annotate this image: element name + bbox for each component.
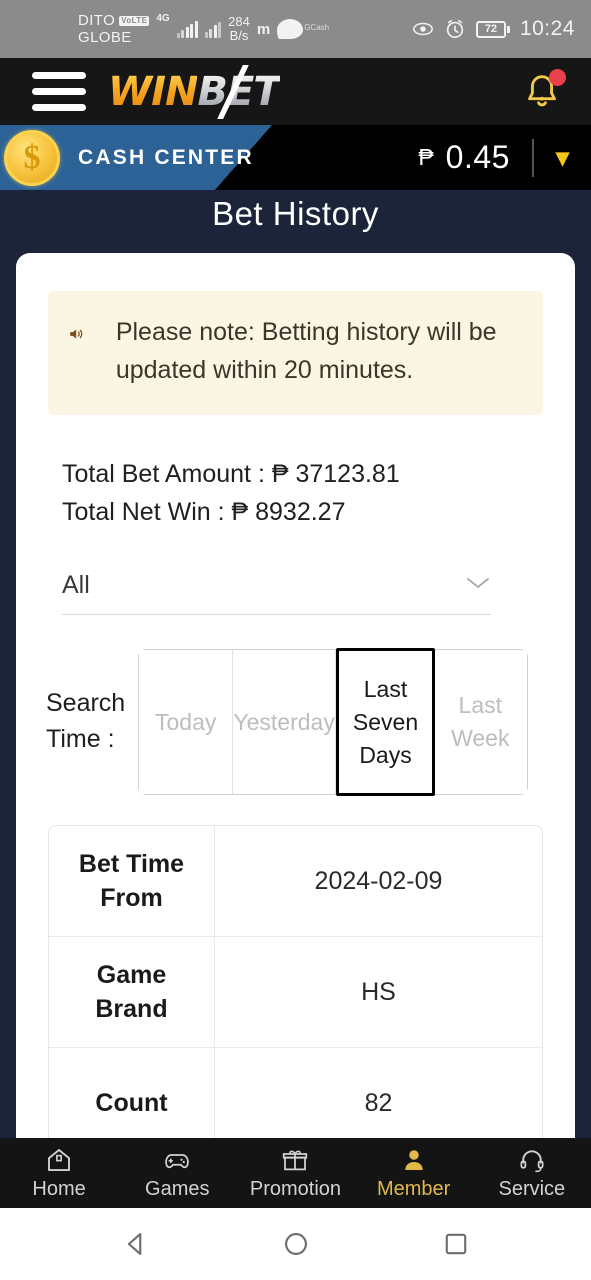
table-row-header: Bet Time From — [49, 826, 215, 936]
table-row: Game Brand HS — [49, 937, 542, 1048]
android-status-bar: DITO VoLTE GLOBE 4G 284 B/s m GCash 72 1… — [0, 0, 591, 58]
table-row: Bet Time From 2024-02-09 — [49, 826, 542, 937]
game-type-select[interactable]: All — [62, 571, 491, 615]
page-title: Bet History — [212, 195, 379, 232]
headset-icon — [520, 1150, 544, 1173]
signal-bars-icon-1 — [176, 20, 198, 38]
winbet-logo[interactable]: WIN BET — [108, 68, 281, 115]
cash-center-bar: $ CASH CENTER ₱ 0.45 ▾ — [0, 125, 591, 190]
speaker-announcement-icon — [70, 329, 83, 339]
search-time-option-last-week[interactable]: Last Week — [433, 650, 527, 794]
status-bar-clock: 10:24 — [519, 17, 575, 40]
volte-badge: VoLTE — [119, 15, 150, 26]
data-rate: 284 B/s — [228, 15, 250, 43]
gcash-label: GCash — [304, 23, 330, 32]
chevron-down-icon — [465, 575, 491, 597]
home-circle-icon[interactable] — [279, 1227, 313, 1261]
network-type-label: 4G — [156, 13, 170, 24]
nav-item-promotion[interactable]: Promotion — [240, 1145, 350, 1201]
table-row-value: 2024-02-09 — [314, 866, 443, 895]
coin-icon: $ — [4, 130, 60, 186]
data-rate-value: 284 — [228, 14, 250, 29]
home-icon — [48, 1149, 71, 1171]
cash-center-label[interactable]: CASH CENTER — [78, 146, 254, 170]
nav-item-member[interactable]: Member — [359, 1145, 469, 1201]
battery-percent: 72 — [484, 23, 498, 35]
nav-item-home[interactable]: Home — [4, 1145, 114, 1201]
carrier-names: DITO VoLTE GLOBE — [78, 12, 150, 46]
bottom-navigation-bar: Home Games Promotion Member Service — [0, 1138, 591, 1208]
eye-icon — [412, 22, 433, 36]
hamburger-menu-icon[interactable] — [32, 72, 86, 111]
gcash-notification-icon: GCash — [277, 19, 329, 39]
recents-square-icon[interactable] — [439, 1227, 473, 1261]
carrier-secondary-label: GLOBE — [78, 29, 132, 46]
app-header: WIN BET — [0, 58, 591, 125]
gamepad-icon — [165, 1154, 190, 1169]
nav-item-games[interactable]: Games — [122, 1145, 232, 1201]
game-type-selected-value: All — [62, 571, 90, 599]
signal-bars-icon-2 — [204, 20, 222, 38]
carrier-primary-label: DITO — [78, 12, 116, 29]
balance-divider — [531, 138, 534, 177]
battery-icon: 72 — [475, 20, 510, 38]
search-time-option-last-seven-days[interactable]: Last Seven Days — [335, 648, 436, 796]
data-rate-unit: B/s — [229, 28, 249, 43]
currency-symbol: ₱ — [418, 144, 434, 170]
notice-banner: Please note: Betting history will be upd… — [48, 291, 543, 415]
nav-label-games: Games — [145, 1178, 210, 1200]
search-time-options: Today Yesterday Last Seven Days Last Wee… — [138, 648, 528, 796]
search-time-option-today[interactable]: Today — [139, 650, 234, 794]
android-navigation-bar — [0, 1208, 591, 1280]
logo-win-text: WIN — [108, 68, 198, 115]
balance-display: ₱ 0.45 ▾ — [418, 138, 569, 177]
gift-icon — [283, 1150, 308, 1171]
search-time-option-yesterday[interactable]: Yesterday — [233, 650, 336, 794]
phone-screen: DITO VoLTE GLOBE 4G 284 B/s m GCash 72 1… — [0, 0, 591, 1280]
balance-chevron-down-icon[interactable]: ▾ — [556, 142, 569, 173]
status-bar-right: 72 10:24 — [412, 17, 575, 41]
notification-badge-dot — [549, 68, 566, 86]
balance-amount: 0.45 — [445, 139, 510, 175]
bet-history-card: Please note: Betting history will be upd… — [16, 253, 575, 1158]
m-app-icon: m — [256, 20, 271, 38]
search-time-label: Search Time : — [46, 689, 126, 753]
total-bet-amount: Total Bet Amount : ₱ 37123.81 — [62, 460, 400, 488]
table-row-header: Game Brand — [49, 937, 215, 1047]
search-time-row: Search Time : Today Yesterday Last Seven… — [46, 648, 575, 796]
nav-label-member: Member — [376, 1178, 451, 1200]
status-bar-left: DITO VoLTE GLOBE 4G 284 B/s m GCash — [78, 12, 329, 46]
table-row-value: HS — [361, 977, 396, 1006]
nav-label-service: Service — [498, 1178, 566, 1200]
total-net-win: Total Net Win : ₱ 8932.27 — [62, 498, 346, 526]
nav-label-home: Home — [32, 1178, 86, 1200]
nav-item-service[interactable]: Service — [477, 1145, 587, 1201]
bet-summary-table: Bet Time From 2024-02-09 Game Brand HS C… — [48, 825, 543, 1158]
coin-dollar-symbol: $ — [23, 139, 41, 176]
alarm-clock-icon — [446, 19, 464, 39]
notification-bell-button[interactable] — [519, 68, 566, 115]
notice-text: Please note: Betting history will be upd… — [115, 318, 497, 384]
nav-label-promotion: Promotion — [249, 1178, 342, 1200]
user-icon — [404, 1150, 423, 1170]
totals-section: Total Bet Amount : ₱ 37123.81 Total Net … — [62, 455, 575, 531]
back-triangle-icon[interactable] — [119, 1227, 153, 1261]
